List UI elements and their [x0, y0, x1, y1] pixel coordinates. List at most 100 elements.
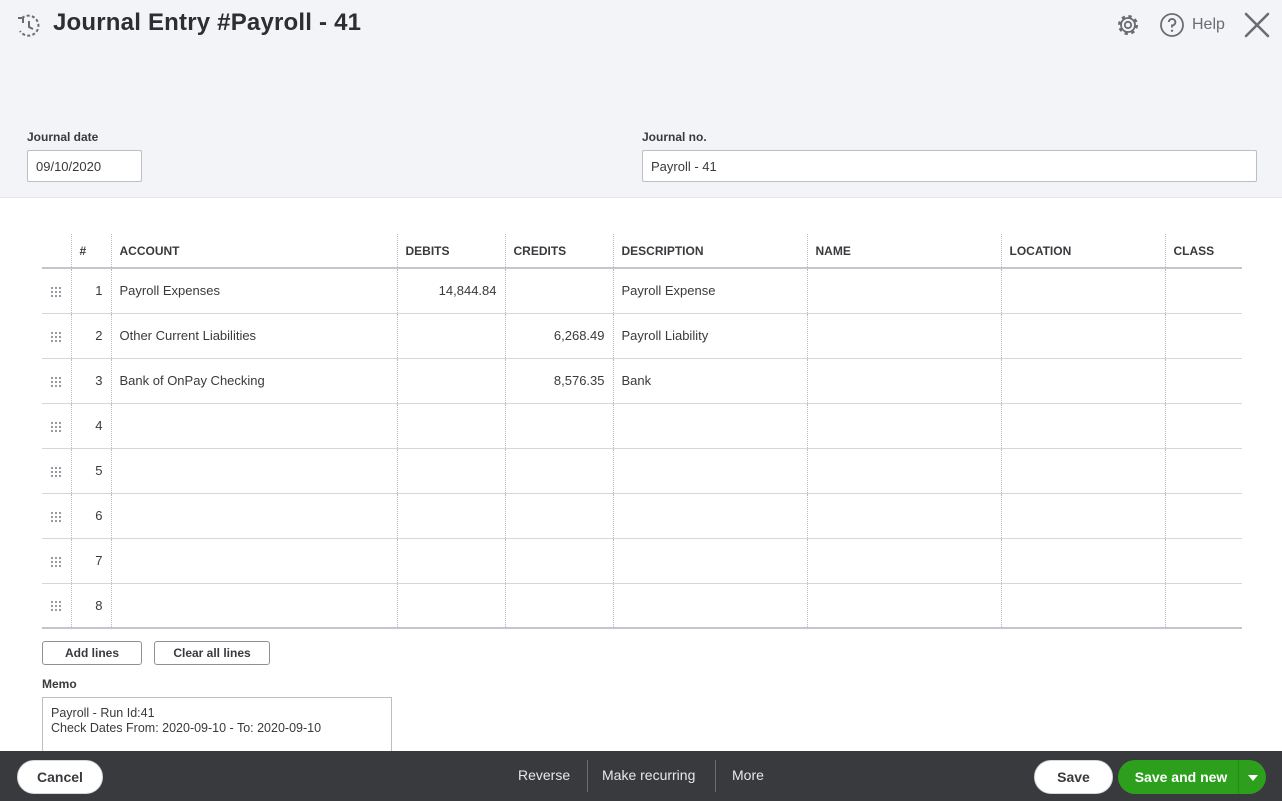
- drag-handle-cell[interactable]: [42, 358, 71, 403]
- journal-date-input[interactable]: [27, 150, 142, 182]
- cell-account[interactable]: Payroll Expenses: [111, 268, 397, 313]
- cell-account[interactable]: [111, 403, 397, 448]
- cell-name[interactable]: [807, 448, 1001, 493]
- cell-name[interactable]: [807, 493, 1001, 538]
- cell-line-number[interactable]: 5: [71, 448, 111, 493]
- drag-handle-cell[interactable]: [42, 448, 71, 493]
- more-link[interactable]: More: [732, 767, 764, 783]
- cell-location[interactable]: [1001, 583, 1165, 628]
- cell-class[interactable]: [1165, 313, 1242, 358]
- journal-no-input[interactable]: [642, 150, 1257, 182]
- reverse-link[interactable]: Reverse: [518, 767, 570, 783]
- cell-class[interactable]: [1165, 538, 1242, 583]
- save-button[interactable]: Save: [1034, 760, 1113, 794]
- cell-name[interactable]: [807, 583, 1001, 628]
- drag-handle-cell[interactable]: [42, 313, 71, 358]
- cell-description[interactable]: Payroll Expense: [613, 268, 807, 313]
- cell-location[interactable]: [1001, 493, 1165, 538]
- cell-line-number[interactable]: 6: [71, 493, 111, 538]
- page-header: Journal Entry #Payroll - 41 Help Journal…: [0, 0, 1282, 198]
- cell-location[interactable]: [1001, 403, 1165, 448]
- make-recurring-link[interactable]: Make recurring: [602, 767, 695, 783]
- cell-class[interactable]: [1165, 583, 1242, 628]
- cell-credits[interactable]: [505, 403, 613, 448]
- drag-handle-cell[interactable]: [42, 538, 71, 583]
- close-icon[interactable]: [1243, 11, 1271, 39]
- cell-debits[interactable]: [397, 583, 505, 628]
- cell-credits[interactable]: [505, 268, 613, 313]
- memo-field[interactable]: Payroll - Run Id:41 Check Dates From: 20…: [42, 697, 392, 757]
- cell-class[interactable]: [1165, 268, 1242, 313]
- help-label[interactable]: Help: [1192, 16, 1225, 34]
- cell-line-number[interactable]: 8: [71, 583, 111, 628]
- cell-description[interactable]: Bank: [613, 358, 807, 403]
- cell-debits[interactable]: [397, 313, 505, 358]
- cell-description[interactable]: [613, 538, 807, 583]
- column-header-account: ACCOUNT: [111, 234, 397, 268]
- cell-name[interactable]: [807, 538, 1001, 583]
- cell-description[interactable]: [613, 403, 807, 448]
- cell-location[interactable]: [1001, 268, 1165, 313]
- cell-description[interactable]: [613, 493, 807, 538]
- cell-credits[interactable]: [505, 583, 613, 628]
- cell-line-number[interactable]: 2: [71, 313, 111, 358]
- cell-credits[interactable]: 6,268.49: [505, 313, 613, 358]
- add-lines-button[interactable]: Add lines: [42, 641, 142, 665]
- drag-handle-icon[interactable]: [50, 421, 62, 433]
- drag-handle-icon[interactable]: [50, 466, 62, 478]
- drag-handle-cell[interactable]: [42, 493, 71, 538]
- cell-name[interactable]: [807, 358, 1001, 403]
- drag-handle-cell[interactable]: [42, 403, 71, 448]
- cell-name[interactable]: [807, 403, 1001, 448]
- drag-handle-icon[interactable]: [50, 286, 62, 298]
- cell-debits[interactable]: [397, 538, 505, 583]
- drag-handle-cell[interactable]: [42, 268, 71, 313]
- drag-handle-icon[interactable]: [50, 376, 62, 388]
- drag-handle-icon[interactable]: [50, 556, 62, 568]
- cell-credits[interactable]: [505, 448, 613, 493]
- cell-description[interactable]: [613, 583, 807, 628]
- cell-class[interactable]: [1165, 448, 1242, 493]
- cell-credits[interactable]: 8,576.35: [505, 358, 613, 403]
- cell-location[interactable]: [1001, 313, 1165, 358]
- cell-location[interactable]: [1001, 358, 1165, 403]
- cell-debits[interactable]: [397, 493, 505, 538]
- drag-handle-icon[interactable]: [50, 511, 62, 523]
- cell-debits[interactable]: 14,844.84: [397, 268, 505, 313]
- cell-debits[interactable]: [397, 448, 505, 493]
- cell-class[interactable]: [1165, 358, 1242, 403]
- drag-handle-icon[interactable]: [50, 600, 62, 612]
- cell-account[interactable]: [111, 493, 397, 538]
- drag-handle-cell[interactable]: [42, 583, 71, 628]
- history-icon[interactable]: [15, 12, 43, 40]
- cell-account[interactable]: Bank of OnPay Checking: [111, 358, 397, 403]
- cell-description[interactable]: Payroll Liability: [613, 313, 807, 358]
- cell-description[interactable]: [613, 448, 807, 493]
- cell-debits[interactable]: [397, 403, 505, 448]
- gear-icon[interactable]: [1115, 12, 1141, 38]
- cell-class[interactable]: [1165, 493, 1242, 538]
- cell-line-number[interactable]: 3: [71, 358, 111, 403]
- cell-account[interactable]: [111, 583, 397, 628]
- cell-name[interactable]: [807, 268, 1001, 313]
- help-icon[interactable]: [1159, 12, 1185, 38]
- clear-all-lines-button[interactable]: Clear all lines: [154, 641, 270, 665]
- cell-account[interactable]: [111, 538, 397, 583]
- cancel-button[interactable]: Cancel: [17, 760, 103, 794]
- cell-name[interactable]: [807, 313, 1001, 358]
- cell-credits[interactable]: [505, 493, 613, 538]
- cell-account[interactable]: Other Current Liabilities: [111, 313, 397, 358]
- save-options-dropdown[interactable]: [1238, 760, 1266, 794]
- cell-line-number[interactable]: 1: [71, 268, 111, 313]
- cell-location[interactable]: [1001, 448, 1165, 493]
- cell-class[interactable]: [1165, 403, 1242, 448]
- cell-line-number[interactable]: 7: [71, 538, 111, 583]
- drag-handle-icon[interactable]: [50, 331, 62, 343]
- cell-account[interactable]: [111, 448, 397, 493]
- save-and-new-button[interactable]: Save and new: [1118, 760, 1238, 794]
- cell-location[interactable]: [1001, 538, 1165, 583]
- column-header-class: CLASS: [1165, 234, 1242, 268]
- cell-credits[interactable]: [505, 538, 613, 583]
- cell-debits[interactable]: [397, 358, 505, 403]
- cell-line-number[interactable]: 4: [71, 403, 111, 448]
